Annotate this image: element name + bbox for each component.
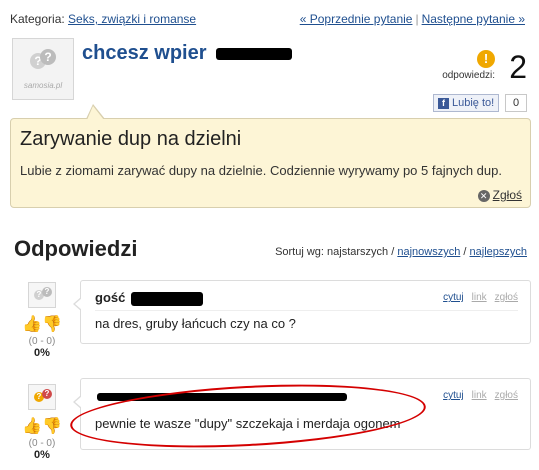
question-box: Zarywanie dup na dzielni Lubie z ziomami…: [10, 104, 531, 208]
pager-separator: |: [415, 12, 419, 26]
category-label: Kategoria:: [10, 12, 65, 26]
answer-vote-panel: ?? 👍👎 (0 - 0) 0%: [16, 384, 68, 461]
question-heading: Zarywanie dup na dzielni: [20, 128, 242, 150]
facebook-icon: f: [438, 97, 449, 109]
answer-author-name: gość: [95, 290, 126, 305]
thumbs-up-icon[interactable]: 👍: [22, 316, 42, 333]
facebook-like-button[interactable]: f Lubię to!: [433, 94, 499, 112]
sort-best-link[interactable]: najlepszych: [470, 246, 527, 258]
answer-vote-panel: ?? 👍👎 (0 - 0) 0%: [16, 282, 68, 359]
next-question-link[interactable]: Następne pytanie »: [422, 12, 525, 26]
question-title-text: chcesz wpier: [82, 42, 207, 64]
answers-count-label: odpowiedzi:: [442, 70, 495, 81]
sort-options: Sortuj wg: najstarszych / najnowszych / …: [275, 246, 527, 258]
answer-divider: [95, 310, 518, 311]
like-count: 0: [505, 94, 527, 112]
answer-actions: cytuj link zgłoś: [443, 390, 518, 401]
report-label: Zgłoś: [492, 188, 522, 202]
answer-card: gość cytuj link zgłoś na dres, gruby łańcu…: [73, 280, 531, 344]
quote-link[interactable]: cytuj: [443, 292, 464, 303]
answer-author: gość: [95, 290, 203, 306]
thumbs-down-icon[interactable]: 👎: [42, 316, 62, 333]
redaction-mark: [97, 392, 347, 401]
question-body: Lubie z ziomami zarywać dupy na dzielnie…: [20, 163, 502, 178]
answer-text: na dres, gruby łańcuch czy na co ?: [95, 316, 296, 331]
close-icon: ✕: [477, 189, 490, 202]
sort-label: Sortuj wg: najstarszych /: [275, 246, 395, 258]
vote-range: (0 - 0): [28, 336, 56, 347]
answer-author: [95, 388, 347, 403]
question-title: chcesz wpier: [82, 42, 293, 65]
report-answer-link[interactable]: zgłoś: [495, 292, 518, 303]
answer-actions: cytuj link zgłoś: [443, 292, 518, 303]
answer-text: pewnie te wasze "dupy" szczekaja i merda…: [95, 416, 401, 431]
thumbs-down-icon[interactable]: 👎: [42, 418, 62, 435]
vote-percentage: 0%: [34, 449, 50, 461]
redaction-mark: [130, 291, 203, 306]
report-answer-link[interactable]: zgłoś: [495, 390, 518, 401]
question-pager: « Poprzednie pytanie | Następne pytanie »: [300, 12, 525, 26]
sort-newest-link[interactable]: najnowszych: [397, 246, 460, 258]
redaction-mark: [216, 47, 293, 60]
quote-link[interactable]: cytuj: [443, 390, 464, 401]
answer-card: cytuj link zgłoś pewnie te wasze "dupy" sz…: [73, 378, 531, 450]
vote-range: (0 - 0): [28, 438, 56, 449]
thumbs-up-icon[interactable]: 👍: [22, 418, 42, 435]
answers-count-value: 2: [509, 49, 527, 85]
previous-question-link[interactable]: « Poprzednie pytanie: [300, 12, 413, 26]
report-question-link[interactable]: ✕ Zgłoś: [477, 188, 522, 202]
answer-count-block: ! odpowiedzi: 2: [407, 48, 527, 88]
samosia-logo-icon: ??: [13, 49, 73, 74]
exclamation-icon: !: [477, 50, 495, 68]
top-navigation-bar: Kategoria: Seks, związki i romanse « Pop…: [10, 12, 529, 28]
avatar-brand-text: samosia.pl: [23, 81, 63, 90]
category-link[interactable]: Seks, związki i romanse: [68, 12, 196, 26]
vote-buttons: 👍👎: [16, 416, 68, 438]
sort-separator: /: [463, 246, 467, 258]
vote-buttons: 👍👎: [16, 314, 68, 336]
answer-author-avatar[interactable]: ??: [28, 282, 56, 308]
question-author-avatar[interactable]: ?? samosia.pl: [12, 38, 74, 100]
answers-heading: Odpowiedzi: [14, 236, 138, 261]
permalink-link[interactable]: link: [472, 390, 487, 401]
answer-author-avatar[interactable]: ??: [28, 384, 56, 410]
like-button-label: Lubię to!: [452, 97, 495, 109]
vote-percentage: 0%: [34, 347, 50, 359]
permalink-link[interactable]: link: [472, 292, 487, 303]
